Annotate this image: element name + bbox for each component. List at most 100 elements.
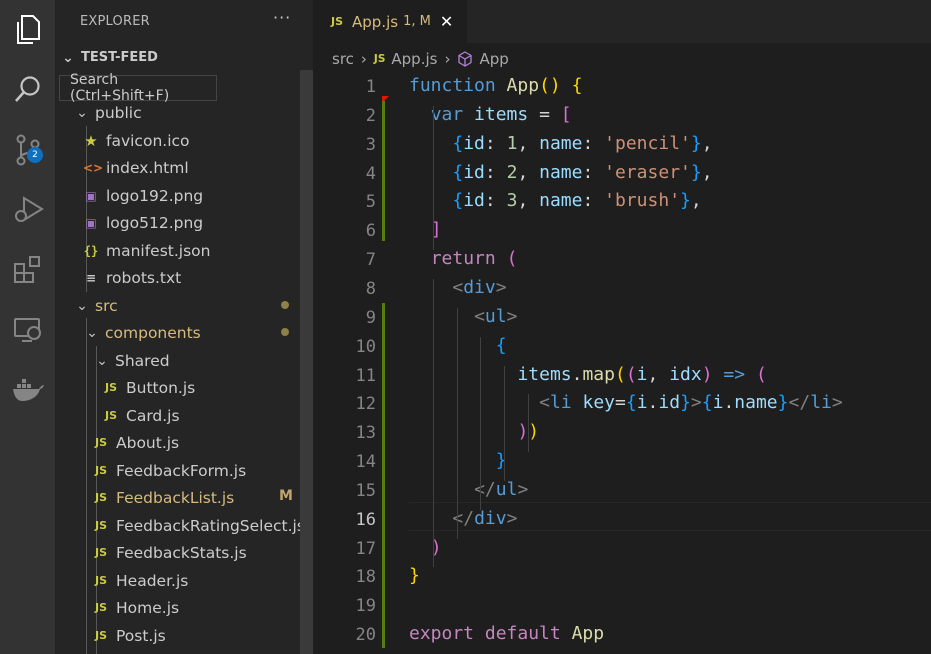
modified-badge: M (279, 488, 293, 504)
js-icon: JS (94, 519, 107, 532)
chevron-down-icon: ⌄ (96, 352, 108, 369)
code-line: ) (430, 536, 442, 558)
tree-file-favicon[interactable]: ★ favicon.ico (55, 127, 327, 154)
chevron-down-icon: ⌄ (76, 104, 88, 121)
tree-file-header[interactable]: JS Header.js (55, 567, 337, 594)
code-line: } (495, 450, 507, 472)
tree-file-logo192[interactable]: ▣ logo192.png (55, 182, 327, 209)
line-number: 12 (355, 394, 376, 415)
code-line: <ul> (474, 305, 518, 327)
activity-bar: 2 (0, 0, 55, 654)
line-number: 19 (355, 596, 376, 617)
code-line: {id: 3, name: 'brush'}, (452, 190, 702, 212)
breadcrumb-src[interactable]: src (332, 50, 354, 68)
more-actions-icon[interactable]: ··· (273, 8, 291, 27)
code-line: <div> (452, 276, 507, 298)
line-number: 9 (365, 307, 376, 328)
image-icon: ▣ (85, 188, 97, 203)
code-line: <li key={i.id}>{i.name}</li> (539, 392, 843, 414)
gutter-change-bar (382, 303, 385, 648)
tree-file-logo512[interactable]: ▣ logo512.png (55, 209, 327, 236)
line-number: 6 (365, 221, 376, 242)
js-icon: JS (331, 15, 344, 28)
json-icon: {} (83, 243, 99, 258)
tab-app-js[interactable]: JS App.js 1, M ✕ (313, 0, 467, 43)
text-file-icon: ≡ (85, 270, 97, 285)
code-line: return ( (430, 248, 518, 270)
explorer-icon[interactable] (0, 6, 55, 54)
star-icon: ★ (84, 131, 98, 150)
symbol-method-icon (458, 51, 473, 67)
line-number: 4 (365, 163, 376, 184)
tree-folder-shared[interactable]: ⌄ Shared (55, 347, 339, 374)
line-number: 11 (355, 365, 376, 386)
modified-dot (281, 301, 289, 309)
tree-folder-src[interactable]: ⌄ src (55, 292, 319, 319)
line-number: 16 (355, 509, 376, 530)
tree-root-test-feed[interactable]: ⌄ TEST-FEED (55, 44, 305, 71)
js-icon: JS (94, 464, 107, 477)
remote-explorer-icon[interactable] (0, 306, 55, 354)
modified-dot (281, 328, 289, 336)
tree-file-about[interactable]: JS About.js (55, 429, 337, 456)
tree-file-manifest[interactable]: {} manifest.json (55, 237, 327, 264)
line-number: 20 (355, 625, 376, 646)
line-number: 7 (365, 250, 376, 271)
tree-file-index-html[interactable]: <> index.html (55, 154, 327, 181)
line-number: 17 (355, 538, 376, 559)
line-number: 14 (355, 452, 376, 473)
source-control-badge: 2 (27, 147, 43, 163)
tree-file-feedback-rating-select[interactable]: JS FeedbackRatingSelect.js (55, 512, 337, 539)
code-line: } (409, 565, 420, 587)
indent-guide (527, 394, 529, 453)
line-number: 13 (355, 423, 376, 444)
tab-label: App.js (352, 12, 399, 31)
search-tooltip: Search (Ctrl+Shift+F) (59, 72, 217, 104)
breadcrumb: src › JS App.js › App (332, 48, 509, 70)
js-icon: JS (94, 629, 107, 642)
line-number: 15 (355, 480, 376, 501)
tree-file-feedback-form[interactable]: JS FeedbackForm.js (55, 457, 337, 484)
tree-file-robots[interactable]: ≡ robots.txt (55, 264, 327, 291)
indent-guide (480, 336, 482, 510)
run-debug-icon[interactable] (0, 186, 55, 234)
tab-status: 1, M (403, 14, 431, 29)
breadcrumb-symbol[interactable]: App (479, 50, 508, 68)
code-line: { (495, 334, 507, 356)
tree-file-post[interactable]: JS Post.js (55, 622, 337, 649)
line-number: 5 (365, 192, 376, 213)
tree-file-feedback-list[interactable]: JS FeedbackList.js (55, 484, 337, 511)
html-icon: <> (83, 160, 104, 175)
indent-guide (504, 365, 506, 481)
source-control-icon[interactable]: 2 (0, 126, 55, 174)
breadcrumb-file[interactable]: App.js (391, 50, 437, 68)
js-icon: JS (94, 436, 107, 449)
js-icon: JS (94, 601, 107, 614)
js-icon: JS (373, 53, 386, 65)
explorer-title: EXPLORER (80, 14, 150, 29)
indent-guide (432, 105, 434, 251)
line-number: 3 (365, 134, 376, 155)
editor-tab-bar: JS App.js 1, M ✕ (313, 0, 931, 43)
js-icon: JS (94, 546, 107, 559)
sidebar-scrollbar[interactable] (300, 70, 313, 654)
js-icon: JS (94, 491, 107, 504)
line-number: 1 (365, 77, 376, 97)
code-line: export default App (409, 623, 605, 645)
tree-file-feedback-stats[interactable]: JS FeedbackStats.js (55, 539, 337, 566)
code-line: {id: 2, name: 'eraser'}, (452, 161, 713, 183)
js-icon: JS (104, 409, 117, 422)
line-number: 8 (365, 278, 376, 299)
close-icon[interactable]: ✕ (440, 12, 453, 31)
code-editor[interactable]: 1 function App() {2 var items = [3 {id: 1… (313, 72, 931, 654)
code-line: </div> (452, 507, 518, 529)
tree-file-home[interactable]: JS Home.js (55, 594, 337, 621)
line-number: 2 (365, 105, 376, 126)
indent-guide (456, 307, 458, 539)
chevron-down-icon: ⌄ (62, 49, 74, 66)
chevron-down-icon: ⌄ (86, 324, 98, 341)
extensions-icon[interactable] (0, 246, 55, 294)
docker-icon[interactable] (0, 366, 55, 414)
search-icon[interactable] (0, 65, 55, 113)
code-line: ] (430, 219, 442, 241)
